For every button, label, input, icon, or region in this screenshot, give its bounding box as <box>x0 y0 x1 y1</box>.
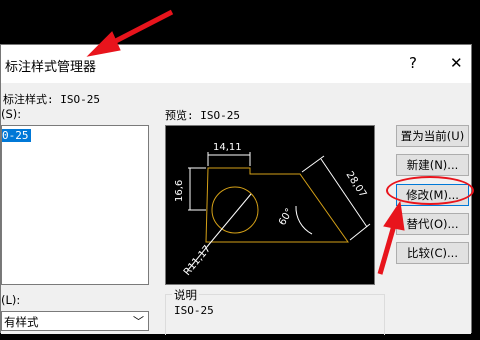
annotation-arrows <box>86 9 405 275</box>
arrow-to-title-icon <box>86 31 121 57</box>
arrow-to-modify-icon <box>383 200 405 231</box>
